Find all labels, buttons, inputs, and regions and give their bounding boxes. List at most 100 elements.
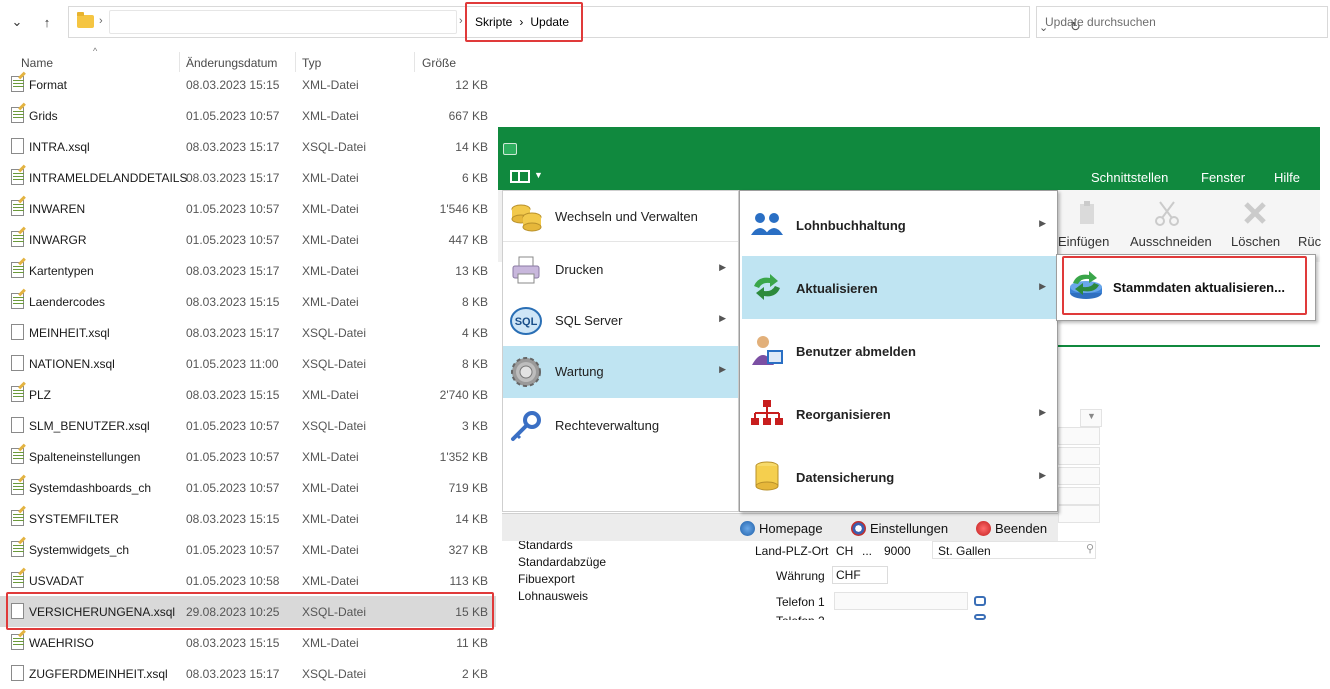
file-row[interactable]: Systemdashboards_ch 01.05.2023 10:57 XML-D…	[0, 472, 496, 503]
menu-item-drucken[interactable]: Drucken ▶	[503, 244, 738, 294]
menu-item-sql-server[interactable]: SQL SQL Server ▶	[503, 295, 738, 345]
file-row[interactable]: SYSTEMFILTER 08.03.2023 15:15 XML-Datei 14 …	[0, 503, 496, 534]
file-size: 8 KB	[461, 357, 488, 371]
file-row[interactable]: NATIONEN.xsql 01.05.2023 11:00 XSQL-Datei 8…	[0, 348, 496, 379]
search-input[interactable]: Update durchsuchen	[1036, 6, 1328, 38]
menu-item-datensicherung[interactable]: Datensicherung ▶	[742, 445, 1056, 508]
submenu-arrow-icon: ▶	[1039, 218, 1046, 228]
file-name: SYSTEMFILTER	[29, 512, 119, 526]
address-chevron-icon[interactable]: ›	[99, 15, 103, 27]
exit-button[interactable]: Beenden	[976, 521, 1047, 536]
start-menu-left-panel: Wechseln und Verwalten Drucken ▶ SQL SQL…	[502, 190, 739, 512]
menu-item-rechteverwaltung[interactable]: Rechteverwaltung	[503, 400, 738, 450]
menu-fenster[interactable]: Fenster	[1201, 170, 1245, 185]
currency-field[interactable]: CHF	[832, 566, 888, 584]
form-field[interactable]	[1058, 505, 1100, 523]
refresh-icon	[754, 274, 780, 300]
side-list-item[interactable]: Standardabzüge	[518, 554, 708, 571]
file-row[interactable]: INWAREN 01.05.2023 10:57 XML-Datei 1'546 KB	[0, 193, 496, 224]
file-type: XML-Datei	[302, 78, 359, 92]
file-row[interactable]: MEINHEIT.xsql 08.03.2023 15:17 XSQL-Datei 4…	[0, 317, 496, 348]
file-row[interactable]: Kartentypen 08.03.2023 15:17 XML-Datei 13 K…	[0, 255, 496, 286]
file-row[interactable]: Laendercodes 08.03.2023 15:15 XML-Datei 8 K…	[0, 286, 496, 317]
phone-icon[interactable]	[974, 596, 986, 606]
ort-field[interactable]	[932, 541, 1096, 559]
file-name: NATIONEN.xsql	[29, 357, 115, 371]
column-header-size[interactable]: Größe	[422, 56, 456, 70]
file-type: XML-Datei	[302, 388, 359, 402]
submenu-arrow-icon: ▶	[719, 262, 726, 272]
land-lookup-button[interactable]: ...	[862, 544, 872, 558]
file-name: USVADAT	[29, 574, 84, 588]
file-row[interactable]: Spalteneinstellungen 01.05.2023 10:57 XML-…	[0, 441, 496, 472]
menu-item-wechseln[interactable]: Wechseln und Verwalten	[503, 191, 738, 241]
menu-item-wartung[interactable]: Wartung ▶	[503, 346, 738, 398]
land-plz-ort-label: Land-PLZ-Ort	[755, 544, 829, 558]
submenu-arrow-icon: ▶	[1039, 281, 1046, 291]
toolbar-delete-button[interactable]: Löschen	[1231, 234, 1280, 249]
selection-highlight-annotation	[6, 592, 494, 630]
breadcrumb-item-update[interactable]: Update	[530, 15, 569, 29]
menu-item-lohnbuchhaltung[interactable]: Lohnbuchhaltung ▶	[742, 193, 1056, 256]
xml-file-icon	[11, 572, 24, 588]
file-row[interactable]: ZUGFERDMEINHEIT.xsql 08.03.2023 15:17 XSQL…	[0, 658, 496, 689]
menu-item-aktualisieren[interactable]: Aktualisieren ▶	[742, 256, 1056, 319]
file-size: 11 KB	[456, 636, 488, 650]
file-size: 2 KB	[461, 667, 488, 681]
form-field[interactable]	[1058, 427, 1100, 445]
file-row[interactable]: INWARGR 01.05.2023 10:57 XML-Datei 447 KB	[0, 224, 496, 255]
phone-icon[interactable]	[974, 614, 986, 620]
address-hidden-segment[interactable]	[109, 10, 457, 34]
file-size: 6 KB	[461, 171, 488, 185]
file-row[interactable]: Format 08.03.2023 15:15 XML-Datei 12 KB	[0, 69, 496, 100]
address-chevron-icon[interactable]: ›	[459, 15, 463, 27]
breadcrumb-item-skripte[interactable]: Skripte	[475, 15, 512, 29]
homepage-button[interactable]: Homepage	[740, 521, 823, 536]
file-size: 327 KB	[448, 543, 488, 557]
globe-icon	[740, 521, 755, 536]
toolbar-paste-button[interactable]: Einfügen	[1058, 234, 1109, 249]
app-menu-button[interactable]: ▼	[510, 169, 544, 185]
file-size: 719 KB	[448, 481, 488, 495]
file-name: SLM_BENUTZER.xsql	[29, 419, 150, 433]
pin-icon[interactable]: ⚲	[1086, 542, 1094, 555]
recent-locations-chevron-icon[interactable]: ⌄	[6, 11, 28, 33]
side-list-item[interactable]: Fibuexport	[518, 571, 708, 588]
land-value[interactable]: CH	[836, 544, 853, 558]
phone1-field[interactable]	[834, 592, 968, 610]
menu-item-reorganisieren[interactable]: Reorganisieren ▶	[742, 382, 1056, 445]
settings-button[interactable]: Einstellungen	[851, 521, 948, 536]
toolbar-back-button[interactable]: Rüc	[1298, 234, 1321, 249]
plz-value[interactable]: 9000	[884, 544, 911, 558]
column-header-type[interactable]: Typ	[302, 56, 321, 70]
file-row[interactable]: PLZ 08.03.2023 15:15 XML-Datei 2'740 KB	[0, 379, 496, 410]
menu-schnittstellen[interactable]: Schnittstellen	[1091, 170, 1168, 185]
file-row[interactable]: Grids 01.05.2023 10:57 XML-Datei 667 KB	[0, 100, 496, 131]
form-field[interactable]	[1058, 447, 1100, 465]
up-arrow-icon[interactable]: ↑	[36, 11, 58, 33]
xml-file-icon	[11, 541, 24, 557]
form-field[interactable]	[1058, 467, 1100, 485]
file-name: Systemwidgets_ch	[29, 543, 130, 557]
column-header-date[interactable]: Änderungsdatum	[186, 56, 277, 70]
file-row[interactable]: Systemwidgets_ch 01.05.2023 10:57 XML-Date…	[0, 534, 496, 565]
file-name: WAEHRISO	[29, 636, 94, 650]
highlight-annotation	[1062, 256, 1307, 315]
file-date: 08.03.2023 15:15	[186, 512, 280, 526]
file-date: 01.05.2023 10:57	[186, 202, 280, 216]
column-header-name[interactable]: Name	[21, 56, 53, 70]
file-row[interactable]: WAEHRISO 08.03.2023 15:15 XML-Datei 11 KB	[0, 627, 496, 658]
toolbar-cut-button[interactable]: Ausschneiden	[1130, 234, 1212, 249]
file-row[interactable]: INTRA.xsql 08.03.2023 15:17 XSQL-Datei 14 K…	[0, 131, 496, 162]
file-row[interactable]: INTRAMELDELANDDETAILS 08.03.2023 15:17 XML…	[0, 162, 496, 193]
file-row[interactable]: SLM_BENUTZER.xsql 01.05.2023 10:57 XSQL-Da…	[0, 410, 496, 441]
menu-item-label: Aktualisieren	[796, 281, 878, 296]
side-list-item[interactable]: Lohnausweis	[518, 588, 708, 605]
dropdown-field[interactable]: ▼	[1080, 409, 1102, 427]
menu-item-benutzer-abmelden[interactable]: Benutzer abmelden	[742, 319, 1056, 382]
menu-hilfe[interactable]: Hilfe	[1274, 170, 1300, 185]
hierarchy-icon	[751, 400, 783, 425]
file-type: XML-Datei	[302, 450, 359, 464]
form-field[interactable]	[1058, 487, 1100, 505]
menu-item-label: Datensicherung	[796, 470, 895, 485]
